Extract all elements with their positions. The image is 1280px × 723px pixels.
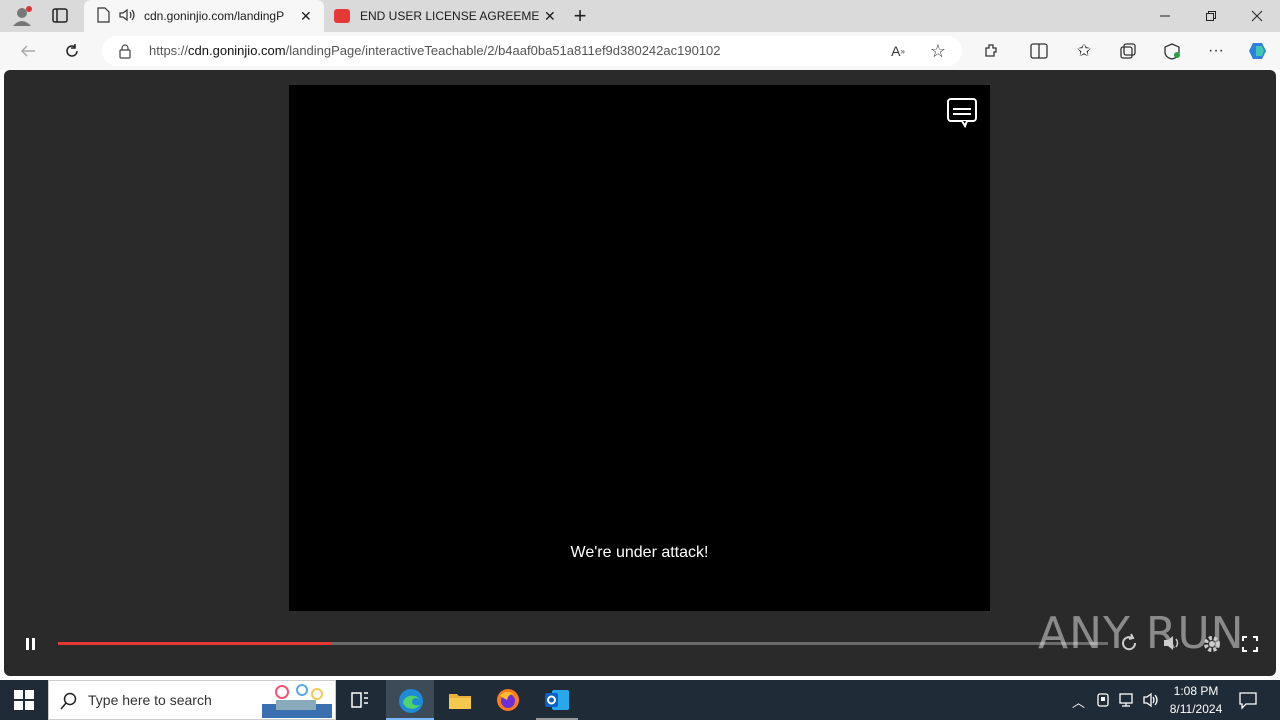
search-icon — [60, 692, 78, 710]
task-view-icon[interactable] — [350, 690, 370, 710]
lock-icon[interactable] — [118, 43, 132, 59]
read-aloud-icon[interactable]: A» — [884, 38, 912, 64]
video-subtitle: We're under attack! — [570, 544, 709, 561]
more-options-icon[interactable]: ··· — [1202, 38, 1230, 64]
url-scheme: https:// — [149, 43, 189, 58]
new-tab-icon[interactable]: + — [568, 4, 592, 28]
favorites-icon[interactable]: ✩ — [1070, 38, 1098, 64]
progress-fill — [58, 642, 331, 645]
tab-eula[interactable]: END USER LICENSE AGREEMENT ✕ — [326, 0, 562, 32]
url-text[interactable]: https://cdn.goninjio.com/landingPage/int… — [149, 43, 721, 58]
captions-icon[interactable] — [946, 97, 978, 129]
outlook-icon[interactable] — [544, 688, 570, 712]
close-tab-icon[interactable]: ✕ — [300, 8, 312, 25]
tray-overflow-icon[interactable]: ︿ — [1072, 692, 1085, 711]
notifications-icon[interactable] — [1238, 690, 1258, 710]
windows-start-icon[interactable] — [14, 690, 34, 710]
tab-actions-icon[interactable] — [48, 6, 72, 26]
edge-icon — [398, 688, 424, 714]
file-explorer-icon[interactable] — [448, 690, 472, 710]
replay-icon[interactable] — [1120, 632, 1140, 654]
pause-icon[interactable] — [24, 636, 38, 652]
close-window-icon[interactable] — [1234, 0, 1280, 32]
tab-favicon-icon — [334, 9, 350, 23]
tab-title: cdn.goninjio.com/landingP — [144, 9, 285, 23]
video-frame[interactable] — [289, 85, 990, 611]
page-icon — [96, 6, 112, 26]
speaker-icon[interactable] — [118, 7, 138, 26]
browser-essentials-icon[interactable] — [1158, 38, 1186, 64]
firefox-icon[interactable] — [496, 688, 520, 712]
split-screen-icon[interactable] — [1025, 38, 1053, 64]
clock-time[interactable]: 1:08 PM — [1168, 684, 1224, 698]
volume-tray-icon[interactable] — [1142, 692, 1160, 708]
favorite-star-icon[interactable]: ☆ — [924, 38, 952, 64]
close-tab-icon[interactable]: ✕ — [544, 8, 556, 25]
minimize-icon[interactable] — [1142, 0, 1188, 32]
collections-icon[interactable] — [1114, 38, 1142, 64]
volume-icon[interactable] — [1162, 634, 1184, 652]
tab-title: END USER LICENSE AGREEMENT — [360, 9, 540, 23]
search-highlight-icon[interactable] — [262, 682, 332, 718]
settings-gear-icon[interactable] — [1202, 634, 1222, 654]
url-path: /landingPage/interactiveTeachable/2/b4aa… — [285, 43, 721, 58]
extensions-icon[interactable] — [977, 38, 1005, 64]
fullscreen-icon[interactable] — [1242, 636, 1258, 652]
restore-icon[interactable] — [1188, 0, 1234, 32]
url-host: cdn.goninjio.com — [188, 43, 286, 58]
profile-icon[interactable] — [10, 4, 34, 28]
copilot-icon[interactable] — [1244, 38, 1272, 64]
tab-goninjio[interactable]: cdn.goninjio.com/landingP ✕ — [84, 0, 324, 32]
network-icon[interactable] — [1118, 692, 1136, 708]
tray-device-icon[interactable] — [1096, 692, 1110, 708]
refresh-icon[interactable] — [58, 38, 86, 64]
search-placeholder: Type here to search — [88, 692, 212, 708]
clock-date[interactable]: 8/11/2024 — [1164, 702, 1228, 716]
back-icon[interactable] — [14, 38, 42, 64]
